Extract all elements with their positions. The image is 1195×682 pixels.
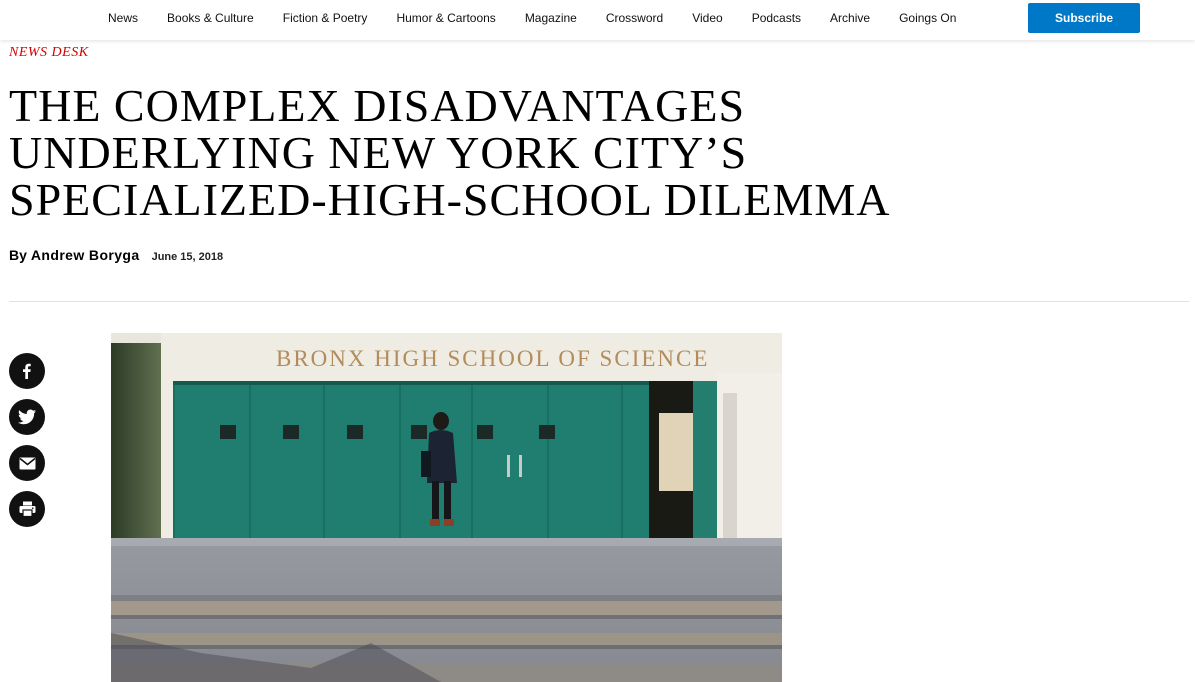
nav-item-fiction-poetry[interactable]: Fiction & Poetry — [283, 11, 368, 25]
nav-item-crossword[interactable]: Crossword — [606, 11, 663, 25]
nav-item-podcasts[interactable]: Podcasts — [752, 11, 801, 25]
author-link[interactable]: Andrew Boryga — [31, 247, 140, 263]
share-rail — [9, 353, 45, 537]
article-headline: The Complex Disadvantages Underlying New… — [9, 80, 891, 225]
top-navigation-bar: News Books & Culture Fiction & Poetry Hu… — [0, 0, 1195, 40]
nav-item-video[interactable]: Video — [692, 11, 722, 25]
nav-item-magazine[interactable]: Magazine — [525, 11, 577, 25]
nav-item-goings-on[interactable]: Goings On — [899, 11, 956, 25]
print-icon — [19, 501, 35, 517]
article-lead-photo: BRONX HIGH SCHOOL OF SCIENCE — [111, 333, 782, 682]
publish-date: June 15, 2018 — [151, 251, 224, 263]
section-nav: News Books & Culture Fiction & Poetry Hu… — [108, 0, 985, 36]
photo-sign-text: BRONX HIGH SCHOOL OF SCIENCE — [276, 346, 709, 371]
subscribe-button[interactable]: Subscribe — [1028, 3, 1140, 33]
byline-prefix: By — [9, 247, 27, 263]
email-icon — [19, 457, 35, 469]
facebook-icon — [23, 363, 31, 379]
twitter-icon — [18, 409, 36, 425]
rubric-link[interactable]: News Desk — [9, 45, 89, 61]
print-button[interactable] — [9, 491, 45, 527]
nav-item-news[interactable]: News — [108, 11, 138, 25]
nav-item-archive[interactable]: Archive — [830, 11, 870, 25]
byline: By Andrew Boryga June 15, 2018 — [9, 247, 223, 263]
nav-item-humor-cartoons[interactable]: Humor & Cartoons — [396, 11, 495, 25]
header-divider — [9, 301, 1189, 302]
nav-item-books-culture[interactable]: Books & Culture — [167, 11, 254, 25]
twitter-share-button[interactable] — [9, 399, 45, 435]
email-share-button[interactable] — [9, 445, 45, 481]
facebook-share-button[interactable] — [9, 353, 45, 389]
